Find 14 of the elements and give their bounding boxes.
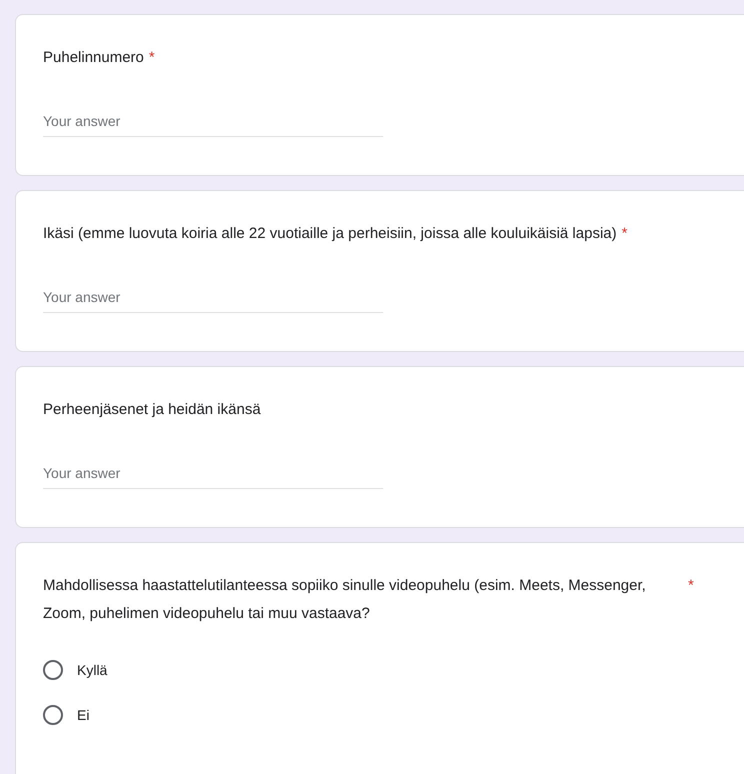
radio-button[interactable] (43, 705, 63, 725)
required-mark: * (688, 576, 694, 596)
question-title: Mahdollisessa haastattelutilanteessa sopiiko sinulle videopuhelu (esim. Meets, Messenger, Zoom, puhelimen videopuhelu tai muu vastaava? (43, 576, 647, 624)
answer-field[interactable]: Your answer (43, 285, 383, 313)
radio-button[interactable] (43, 660, 63, 680)
question-title: Perheenjäsenet ja heidän ikänsä (43, 400, 261, 420)
required-mark: * (148, 48, 155, 68)
answer-field[interactable]: Your answer (43, 109, 383, 137)
option-label[interactable]: Ei (77, 707, 90, 723)
question-title: Ikäsi (emme luovuta koiria alle 22 vuotiaille ja perheisiin, joissa alle kouluikäisiä lapsia) (43, 224, 617, 244)
required-mark: * (622, 224, 628, 244)
answer-field[interactable]: Your answer (43, 461, 383, 489)
option-label[interactable]: Kyllä (77, 662, 108, 678)
question-title: Puhelinnumero (43, 48, 144, 68)
